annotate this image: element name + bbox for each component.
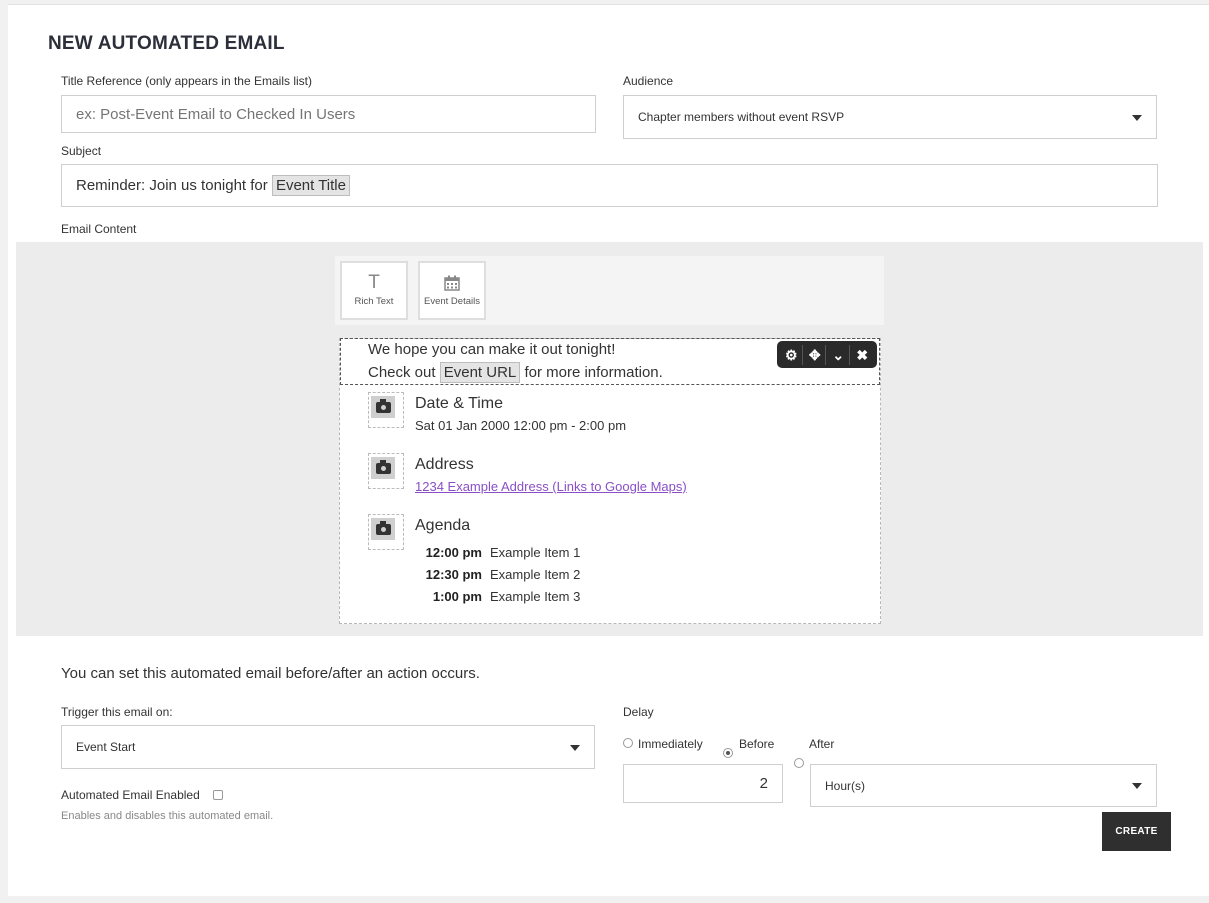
title-reference-label: Title Reference (only appears in the Ema… [61,74,312,88]
delay-amount-value: 2 [759,775,768,792]
chevron-down-icon [570,745,580,751]
move-icon[interactable]: ✥ [804,344,827,365]
audience-label: Audience [623,74,674,88]
agenda-time: 12:30 pm [425,567,482,582]
title-reference-input[interactable] [61,95,596,133]
before-label: Before [739,737,775,751]
close-icon[interactable]: ✖ [851,345,873,365]
after-label: After [809,737,835,751]
image-placeholder[interactable] [368,514,404,550]
image-placeholder[interactable] [368,392,404,428]
subject-text: Reminder: Join us tonight for [76,177,268,194]
enabled-label: Automated Email Enabled [61,788,200,802]
agenda-title: Agenda [415,517,471,534]
event-details-tool-label: Event Details [424,296,480,307]
page-title: NEW AUTOMATED EMAIL [48,33,285,54]
delay-amount-input[interactable]: 2 [623,764,783,803]
agenda-item: Example Item 3 [490,589,581,604]
event-title-token[interactable]: Event Title [271,175,350,196]
subject-label: Subject [61,144,102,158]
enabled-hint: Enables and disables this automated emai… [61,810,274,822]
before-radio[interactable] [723,748,733,758]
rich-text-line-2: Check out Event URL for more information… [368,362,663,383]
trigger-select[interactable]: Event Start [61,725,595,769]
camera-icon [375,398,391,413]
create-button[interactable]: CREATE [1102,812,1171,851]
immediately-radio[interactable] [623,738,633,748]
trigger-intro: You can set this automated email before/… [61,665,480,682]
chevron-down-icon [1132,115,1142,121]
camera-icon [375,459,391,474]
trigger-value: Event Start [76,740,136,754]
event-details-tool[interactable]: Event Details [418,261,486,320]
rich-text-tool[interactable]: T Rich Text [340,261,408,320]
address-title: Address [415,456,474,473]
block-tools: ⚙ ✥ ⌄ ✖ [777,341,877,368]
subject-input[interactable]: Reminder: Join us tonight for Event Titl… [61,164,1158,207]
after-radio[interactable] [794,758,804,768]
delay-label: Delay [623,705,654,719]
image-placeholder[interactable] [368,453,404,489]
rich-text-tool-label: Rich Text [354,296,394,307]
enabled-checkbox[interactable] [213,790,223,800]
block-toolbar: T Rich Text Event Details [335,256,884,325]
agenda-item: Example Item 2 [490,567,581,582]
agenda-time: 12:00 pm [425,545,482,560]
date-time-value: Sat 01 Jan 2000 12:00 pm - 2:00 pm [415,418,627,433]
email-content-label: Email Content [61,222,137,236]
chevron-down-icon[interactable]: ⌄ [828,344,850,365]
immediately-label: Immediately [638,737,703,751]
delay-unit-value: Hour(s) [825,779,866,793]
audience-select[interactable]: Chapter members without event RSVP [623,95,1157,139]
calendar-icon [420,270,484,296]
agenda-time: 1:00 pm [432,589,482,604]
camera-icon [375,520,391,535]
chevron-down-icon [1132,783,1142,789]
address-link[interactable]: 1234 Example Address (Links to Google Ma… [415,479,687,494]
trigger-label: Trigger this email on: [61,705,173,719]
gear-icon[interactable]: ⚙ [781,344,803,365]
audience-value: Chapter members without event RSVP [638,110,845,124]
agenda-item: Example Item 1 [490,545,581,560]
text-icon: T [368,272,380,293]
rich-text-line-1: We hope you can make it out tonight! [368,341,616,358]
delay-unit-select[interactable]: Hour(s) [810,764,1157,807]
event-url-token[interactable]: Event URL [439,362,521,383]
date-time-title: Date & Time [415,395,504,412]
